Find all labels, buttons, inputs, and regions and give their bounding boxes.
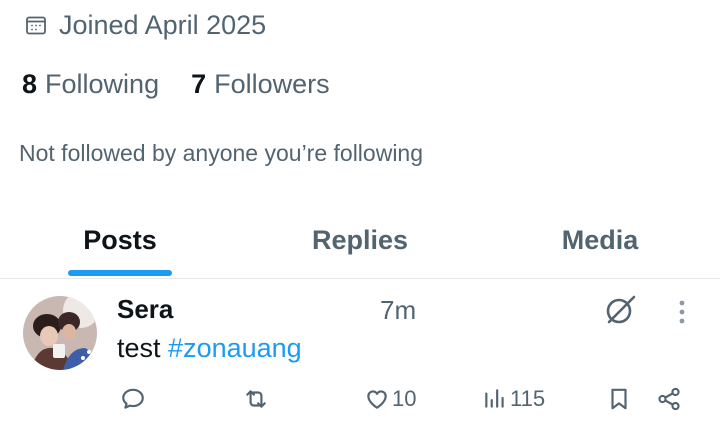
active-tab-indicator	[68, 270, 172, 276]
views-button[interactable]: 115	[482, 384, 545, 414]
following-count: 8	[22, 68, 38, 99]
profile-tabs: Posts Replies Media	[0, 202, 720, 279]
follow-counts: 8 Following 7 Followers	[22, 64, 362, 104]
followers-count: 7	[191, 68, 207, 99]
tab-media[interactable]: Media	[480, 202, 720, 278]
post-text: test #zonauang	[117, 333, 302, 364]
tab-replies[interactable]: Replies	[240, 202, 480, 278]
share-icon	[658, 387, 680, 411]
joined-row: Joined April 2025	[24, 6, 266, 44]
avatar[interactable]	[23, 296, 97, 370]
repost-icon	[246, 390, 266, 408]
post-author[interactable]: Sera	[117, 294, 173, 325]
reply-button[interactable]	[120, 384, 146, 414]
repost-button[interactable]	[243, 384, 269, 414]
bookmark-button[interactable]	[606, 384, 632, 414]
views-icon	[485, 389, 504, 408]
joined-date: Joined April 2025	[59, 9, 267, 40]
like-button[interactable]: 10	[364, 384, 416, 414]
like-icon	[367, 390, 387, 409]
post-timestamp[interactable]: 7m	[380, 295, 416, 326]
more-icon[interactable]	[670, 298, 694, 326]
reply-icon	[122, 388, 144, 409]
following-link[interactable]: 8 Following	[22, 69, 159, 100]
post-text-plain: test	[117, 333, 161, 363]
followers-label: Followers	[214, 68, 330, 99]
followers-link[interactable]: 7 Followers	[191, 69, 330, 100]
bookmark-icon	[611, 388, 627, 410]
share-button[interactable]	[656, 384, 682, 414]
like-count: 10	[392, 386, 417, 411]
grok-icon[interactable]	[603, 293, 637, 327]
calendar-icon	[26, 16, 46, 35]
following-label: Following	[45, 68, 160, 99]
not-followed-notice: Not followed by anyone you’re following	[19, 140, 424, 166]
hashtag-link[interactable]: #zonauang	[168, 333, 302, 363]
view-count: 115	[510, 386, 546, 411]
tab-posts[interactable]: Posts	[0, 202, 240, 278]
